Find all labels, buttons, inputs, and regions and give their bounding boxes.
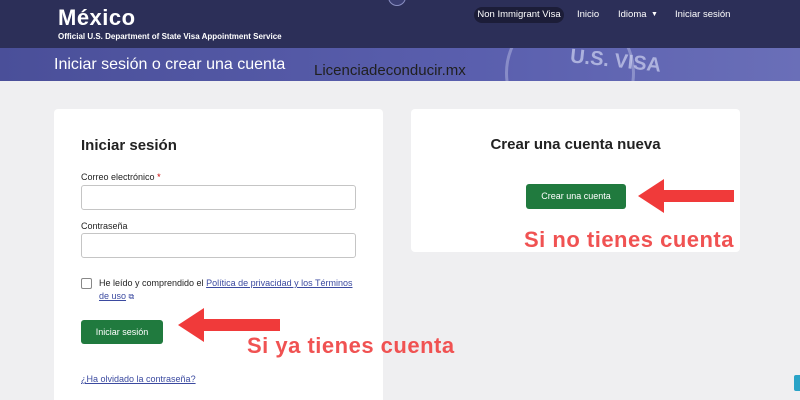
nav-visa-type[interactable]: Non Immigrant Visa: [474, 7, 564, 23]
password-field[interactable]: [81, 233, 356, 258]
chevron-down-icon[interactable]: ▼: [651, 7, 658, 23]
nav-language[interactable]: Idioma: [618, 7, 647, 23]
consent-checkbox[interactable]: [81, 278, 92, 289]
create-account-button[interactable]: Crear una cuenta: [526, 184, 626, 209]
create-account-heading: Crear una cuenta nueva: [490, 136, 661, 153]
login-heading: Iniciar sesión: [81, 137, 177, 154]
email-field[interactable]: [81, 185, 356, 210]
annotation-no-account: Si no tienes cuenta: [524, 227, 734, 252]
annotation-has-account: Si ya tienes cuenta: [247, 333, 455, 358]
email-label: Correo electrónico *: [81, 172, 161, 182]
seal-icon: [388, 0, 406, 6]
external-link-icon: ⧉: [128, 292, 135, 301]
required-mark: *: [157, 172, 161, 182]
top-header: México Official U.S. Department of State…: [0, 0, 800, 48]
watermark: Licenciadeconducir.mx: [314, 62, 466, 79]
forgot-password-link[interactable]: ¿Ha olvidado la contraseña?: [81, 374, 196, 384]
nav-login[interactable]: Iniciar sesión: [675, 7, 730, 23]
consent-text: He leído y comprendido el Política de pr…: [99, 278, 353, 301]
login-button[interactable]: Iniciar sesión: [81, 320, 163, 344]
site-subtitle: Official U.S. Department of State Visa A…: [58, 32, 282, 41]
password-label: Contraseña: [81, 221, 128, 231]
help-widget-icon[interactable]: [794, 375, 800, 391]
arrow-left-icon: [638, 179, 734, 213]
site-title[interactable]: México: [58, 5, 136, 31]
nav-home[interactable]: Inicio: [577, 7, 599, 23]
page-title: Iniciar sesión o crear una cuenta: [54, 56, 286, 73]
